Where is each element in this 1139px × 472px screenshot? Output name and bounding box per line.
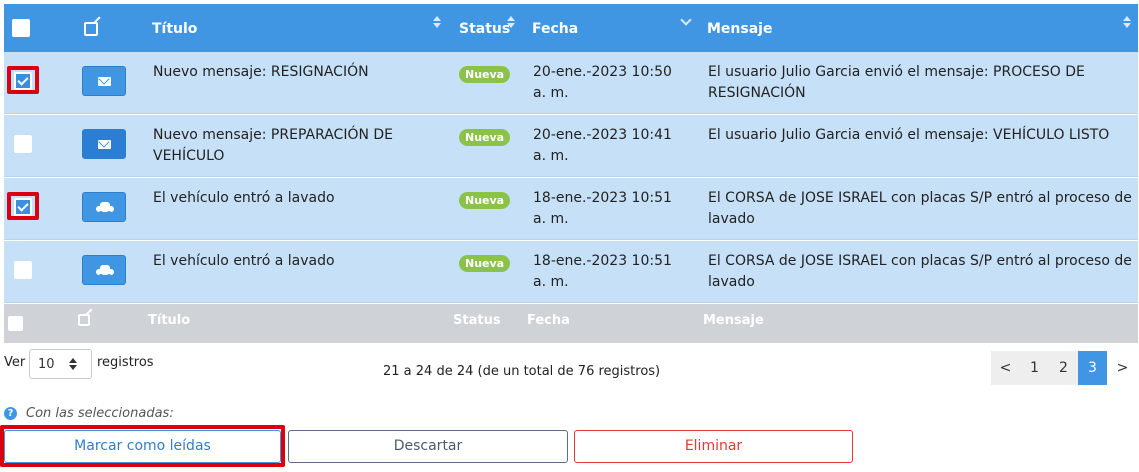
table-header: Título Status Fecha Mensaje	[4, 4, 1138, 52]
titulo-line: Nuevo mensaje: PREPARACIÓN DE	[153, 127, 394, 143]
row-titulo: Nuevo mensaje: PREPARACIÓN DE VEHÍCULO	[153, 125, 393, 167]
footer-status: Status	[453, 313, 501, 328]
sort-status-icon[interactable]	[507, 16, 515, 28]
car-icon	[96, 202, 114, 215]
message-button[interactable]	[82, 129, 126, 159]
row-mensaje: El CORSA de JOSE ISRAEL con placas S/P e…	[708, 188, 1132, 230]
fecha-line: 20-ene.-2023 10:41	[533, 127, 672, 143]
pagination-page-3[interactable]: 3	[1078, 351, 1107, 385]
pagination-page-1[interactable]: 1	[1020, 351, 1049, 385]
fecha-line: a. m.	[533, 85, 569, 101]
table-footer: Título Status Fecha Mensaje	[4, 304, 1138, 343]
row-checkbox[interactable]	[14, 72, 32, 90]
status-badge: Nueva	[459, 192, 511, 209]
status-badge: Nueva	[459, 66, 511, 83]
length-prefix: Ver	[4, 355, 26, 370]
footer-fecha: Fecha	[527, 313, 570, 328]
envelope-icon	[98, 140, 111, 149]
row-mensaje: El CORSA de JOSE ISRAEL con placas S/P e…	[708, 251, 1132, 293]
row-mensaje: El usuario Julio Garcia envió el mensaje…	[708, 62, 1085, 104]
fecha-line: a. m.	[533, 211, 569, 227]
fecha-line: 20-ene.-2023 10:50	[533, 64, 672, 80]
mensaje-line: RESIGNACIÓN	[708, 85, 806, 101]
fecha-line: 18-ene.-2023 10:51	[533, 190, 672, 206]
pagination-page-2[interactable]: 2	[1049, 351, 1078, 385]
row-fecha: 18-ene.-2023 10:51 a. m.	[533, 251, 672, 293]
header-fecha[interactable]: Fecha	[532, 21, 578, 37]
page-length-select[interactable]: 10	[29, 349, 92, 379]
row-checkbox[interactable]	[14, 261, 32, 279]
select-arrows-icon	[69, 358, 77, 370]
row-mensaje: El usuario Julio Garcia envió el mensaje…	[708, 125, 1109, 146]
fecha-line: a. m.	[533, 274, 569, 290]
delete-button[interactable]: Eliminar	[574, 430, 853, 463]
vehicle-button[interactable]	[82, 192, 126, 222]
mensaje-line: El CORSA de JOSE ISRAEL con placas S/P e…	[708, 253, 1132, 269]
external-link-icon	[84, 22, 98, 36]
row-titulo: El vehículo entró a lavado	[153, 251, 335, 272]
table-row[interactable]: El vehículo entró a lavado Nueva 18-ene.…	[4, 178, 1138, 240]
fecha-line: 18-ene.-2023 10:51	[533, 253, 672, 269]
fecha-line: a. m.	[533, 148, 569, 164]
help-icon: ?	[4, 407, 17, 420]
sort-titulo-icon[interactable]	[433, 16, 441, 28]
row-fecha: 20-ene.-2023 10:41 a. m.	[533, 125, 672, 167]
footer-mensaje: Mensaje	[703, 313, 764, 328]
status-badge: Nueva	[459, 129, 511, 146]
mensaje-line: El usuario Julio Garcia envió el mensaje…	[708, 127, 1110, 143]
sort-mensaje-icon[interactable]	[1123, 16, 1131, 28]
mark-read-button[interactable]: Marcar como leídas	[4, 430, 281, 463]
table-row[interactable]: El vehículo entró a lavado Nueva 18-ene.…	[4, 241, 1138, 303]
length-suffix: registros	[97, 355, 154, 370]
mensaje-line: lavado	[708, 211, 755, 227]
header-status[interactable]: Status	[459, 21, 510, 37]
message-button[interactable]	[82, 66, 126, 96]
header-titulo[interactable]: Título	[152, 21, 197, 37]
row-checkbox[interactable]	[14, 198, 32, 216]
status-badge: Nueva	[459, 255, 511, 272]
footer-checkbox[interactable]	[8, 316, 23, 331]
discard-button[interactable]: Descartar	[288, 430, 568, 463]
footer-titulo: Título	[148, 313, 191, 328]
row-fecha: 20-ene.-2023 10:50 a. m.	[533, 62, 672, 104]
row-titulo: Nuevo mensaje: RESIGNACIÓN	[153, 62, 369, 83]
table-info: 21 a 24 de 24 (de un total de 76 registr…	[383, 364, 661, 379]
vehicle-button[interactable]	[82, 255, 126, 285]
car-icon	[96, 265, 114, 278]
mensaje-line: El CORSA de JOSE ISRAEL con placas S/P e…	[708, 190, 1132, 206]
bulk-label: Con las seleccionadas:	[26, 406, 174, 421]
envelope-icon	[98, 77, 111, 86]
mensaje-line: lavado	[708, 274, 755, 290]
row-checkbox[interactable]	[14, 135, 32, 153]
titulo-line: El vehículo entró a lavado	[153, 253, 335, 269]
header-mensaje[interactable]: Mensaje	[707, 21, 772, 37]
pagination-prev[interactable]: <	[991, 351, 1020, 385]
external-link-icon	[78, 314, 90, 326]
titulo-line: Nuevo mensaje: RESIGNACIÓN	[153, 64, 369, 80]
pagination-next[interactable]: >	[1108, 351, 1137, 385]
table-row[interactable]: Nuevo mensaje: RESIGNACIÓN Nueva 20-ene.…	[4, 52, 1138, 114]
table-row[interactable]: Nuevo mensaje: PREPARACIÓN DE VEHÍCULO N…	[4, 115, 1138, 177]
sort-desc-icon[interactable]	[680, 14, 692, 26]
select-all-checkbox[interactable]	[12, 19, 30, 37]
row-titulo: El vehículo entró a lavado	[153, 188, 335, 209]
mensaje-line: El usuario Julio Garcia envió el mensaje…	[708, 64, 1085, 80]
titulo-line: El vehículo entró a lavado	[153, 190, 335, 206]
row-fecha: 18-ene.-2023 10:51 a. m.	[533, 188, 672, 230]
titulo-line: VEHÍCULO	[153, 148, 225, 164]
page-length-value: 10	[38, 357, 55, 372]
